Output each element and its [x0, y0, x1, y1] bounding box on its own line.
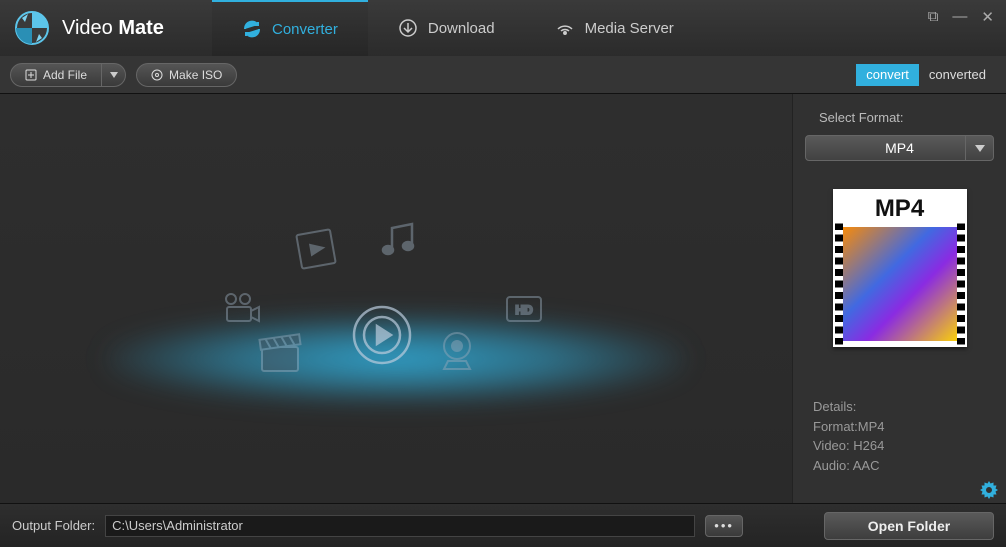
popup-icon[interactable]: ⧉ — [928, 8, 939, 26]
close-icon[interactable]: ✕ — [981, 8, 994, 26]
tab-label: Download — [428, 20, 495, 37]
add-file-button[interactable]: Add File — [10, 63, 102, 87]
add-file-dropdown[interactable] — [102, 63, 126, 87]
details-video: Video: H264 — [813, 436, 994, 456]
tab-converter[interactable]: Converter — [212, 0, 368, 56]
main-tabs: Converter Download Media Server — [212, 0, 704, 56]
format-dropdown[interactable]: MP4 — [805, 135, 994, 161]
svg-text:HD: HD — [515, 303, 533, 317]
sidebar: Select Format: MP4 MP4 Details: Format:M… — [792, 94, 1006, 503]
main-area: HD Select Format: MP4 MP4 Details: Forma… — [0, 94, 1006, 503]
footer: Output Folder: ••• Open Folder — [0, 503, 1006, 547]
select-format-label: Select Format: — [819, 110, 994, 125]
app-logo: Video Mate — [12, 8, 212, 48]
empty-state-icons: HD — [216, 224, 576, 394]
open-folder-button[interactable]: Open Folder — [824, 512, 994, 540]
format-value: MP4 — [885, 140, 914, 156]
film-icon — [291, 224, 341, 274]
wifi-icon — [555, 18, 575, 38]
browse-button[interactable]: ••• — [705, 515, 743, 537]
webcam-icon — [436, 329, 478, 371]
format-preview: MP4 — [833, 189, 967, 347]
tab-label: Media Server — [585, 20, 674, 37]
make-iso-button[interactable]: Make ISO — [136, 63, 237, 87]
window-controls: ⧉ — ✕ — [928, 8, 994, 26]
play-circle-icon — [351, 304, 413, 366]
clapper-icon — [256, 329, 304, 377]
disc-icon — [151, 69, 163, 81]
tab-label: Converter — [272, 21, 338, 38]
chevron-down-icon — [965, 136, 993, 160]
add-file-split: Add File — [10, 63, 126, 87]
add-file-icon — [25, 69, 37, 81]
details-format: Format:MP4 — [813, 417, 994, 437]
button-label: Make ISO — [169, 68, 222, 82]
hd-icon: HD — [506, 296, 542, 322]
gear-icon[interactable] — [980, 481, 998, 499]
preview-title: MP4 — [875, 195, 924, 223]
button-label: Add File — [43, 68, 87, 82]
app-title: Video Mate — [62, 17, 164, 40]
refresh-icon — [242, 19, 262, 39]
tab-download[interactable]: Download — [368, 0, 525, 56]
download-icon — [398, 18, 418, 38]
camcorder-icon — [221, 289, 261, 329]
tab-media-server[interactable]: Media Server — [525, 0, 704, 56]
workspace[interactable]: HD — [0, 94, 792, 503]
logo-icon — [12, 8, 52, 48]
toolbar: Add File Make ISO convert converted — [0, 56, 1006, 94]
preview-thumbnail — [839, 227, 961, 341]
format-details: Details: Format:MP4 Video: H264 Audio: A… — [813, 397, 994, 475]
output-folder-input[interactable] — [105, 515, 695, 537]
details-heading: Details: — [813, 397, 994, 417]
output-folder-label: Output Folder: — [12, 518, 95, 533]
sub-tabs: convert converted — [856, 64, 996, 86]
music-icon — [376, 218, 422, 264]
subtab-converted[interactable]: converted — [919, 64, 996, 86]
minimize-icon[interactable]: — — [952, 8, 967, 26]
details-audio: Audio: AAC — [813, 456, 994, 476]
title-bar: Video Mate Converter Download Media Serv… — [0, 0, 1006, 56]
subtab-convert[interactable]: convert — [856, 64, 919, 86]
